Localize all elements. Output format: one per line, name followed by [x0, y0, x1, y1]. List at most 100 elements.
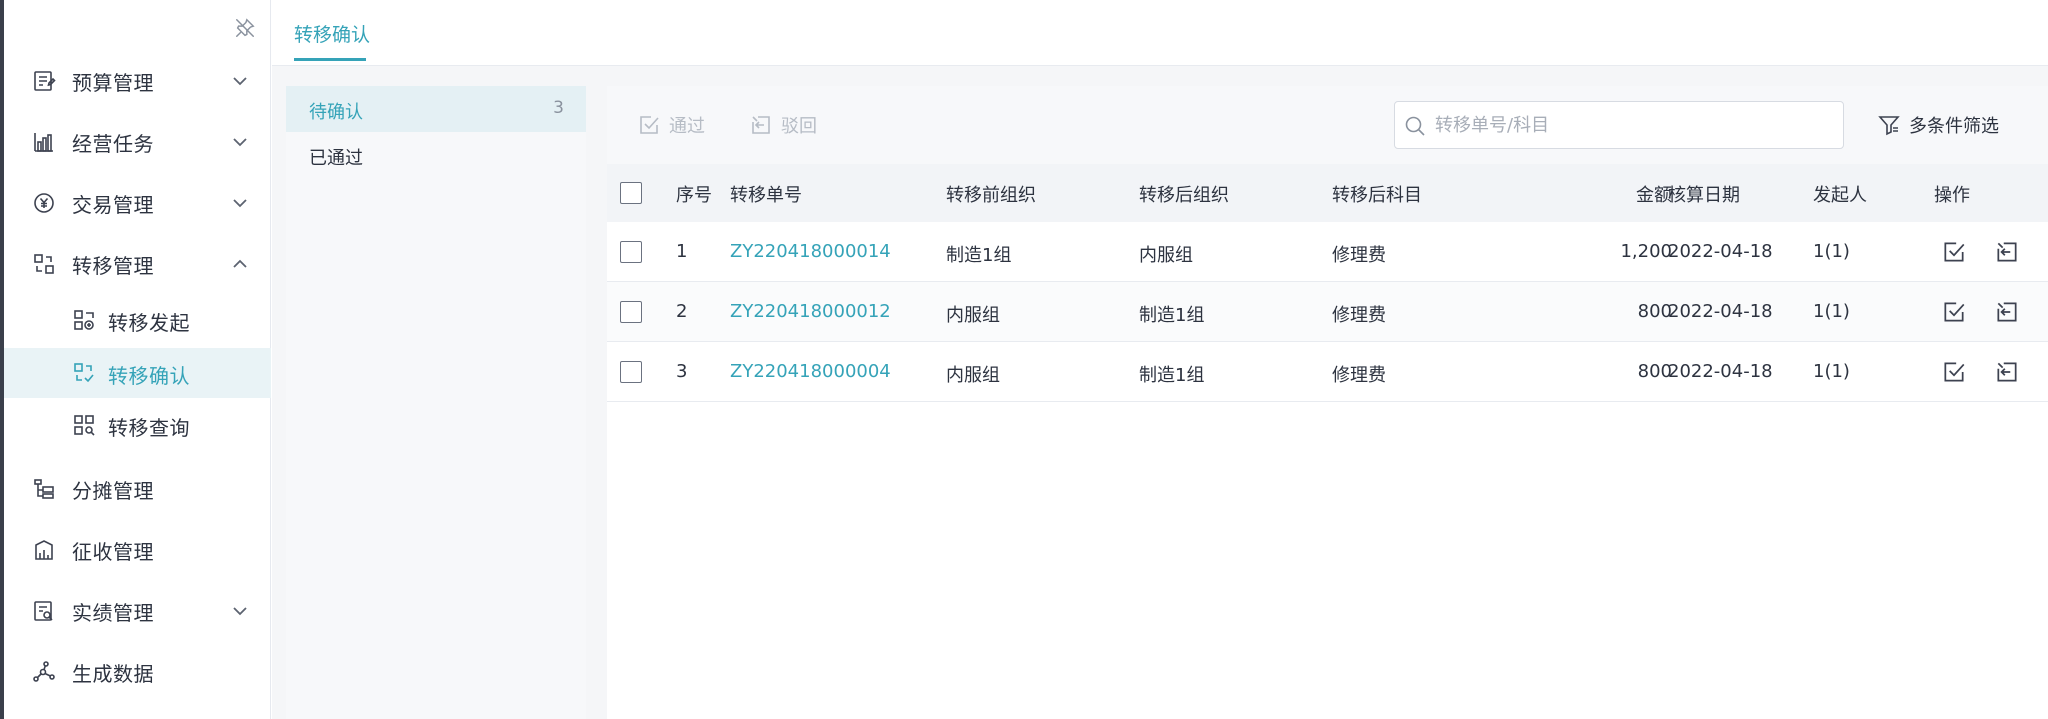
cell-to-org: 制造1组	[1139, 365, 1205, 386]
transfer-icon	[32, 252, 56, 276]
multi-filter-button[interactable]: 多条件筛选	[1877, 111, 1999, 139]
header-to-org: 转移后组织	[1139, 185, 1229, 206]
approve-button[interactable]: 通过	[637, 111, 705, 139]
cell-date: 2022-04-18	[1668, 361, 1773, 382]
cell-transfer-no-link[interactable]: ZY220418000004	[730, 361, 891, 382]
cell-transfer-no-link[interactable]: ZY220418000014	[730, 241, 891, 262]
row-approve-icon[interactable]	[1941, 299, 1967, 325]
chevron-down-icon[interactable]	[230, 193, 250, 213]
status-label: 待确认	[309, 102, 363, 123]
header-transfer-no: 转移单号	[730, 185, 802, 206]
header-index: 序号	[676, 185, 712, 206]
status-pending[interactable]: 待确认 3	[286, 86, 586, 132]
sidebar-item-generate-data[interactable]: 生成数据	[4, 646, 271, 698]
search-input[interactable]	[1435, 102, 1835, 148]
sidebar-item-label: 实绩管理	[72, 600, 154, 625]
cell-initiator: 1(1)	[1813, 241, 1850, 262]
cell-date: 2022-04-18	[1668, 301, 1773, 322]
approve-label: 通过	[669, 116, 705, 137]
sidebar-item-transfer[interactable]: 转移管理	[4, 238, 271, 290]
header-action: 操作	[1934, 185, 1970, 206]
header-amount: 金额	[1636, 185, 1672, 206]
cell-amount: 1,200	[1620, 241, 1672, 262]
row-approve-icon[interactable]	[1941, 239, 1967, 265]
header-subject: 转移后科目	[1332, 185, 1422, 206]
tab-bar: 转移确认	[272, 0, 2048, 66]
table-row: 1 ZY220418000014 制造1组 内服组 修理费 1,200 2022…	[607, 222, 2048, 282]
sidebar-item-allocation[interactable]: 分摊管理	[4, 463, 271, 515]
cell-date: 2022-04-18	[1668, 241, 1773, 262]
sidebar-subitem-label: 转移确认	[108, 364, 190, 388]
cell-to-org: 制造1组	[1139, 305, 1205, 326]
sidebar-subitem-label: 转移查询	[108, 416, 190, 440]
sidebar-item-label: 生成数据	[72, 661, 154, 686]
sidebar-item-performance[interactable]: 实绩管理	[4, 585, 271, 637]
main-panel: 通过 驳回 转移单号/科目 多条件筛选 序号 转移单号 转移前组织 转移后组织 …	[607, 86, 2048, 719]
table-row: 2 ZY220418000012 内服组 制造1组 修理费 800 2022-0…	[607, 282, 2048, 342]
sidebar-item-label: 征收管理	[72, 539, 154, 564]
sidebar-item-budget[interactable]: 预算管理	[4, 55, 271, 107]
row-checkbox[interactable]	[620, 361, 642, 383]
cell-index: 1	[676, 241, 688, 262]
cell-from-org: 内服组	[946, 365, 1000, 386]
row-reject-icon[interactable]	[1994, 239, 2020, 265]
cell-to-org: 内服组	[1139, 245, 1193, 266]
sidebar-subitem-transfer-initiate[interactable]: 转移发起	[4, 295, 271, 345]
status-approved[interactable]: 已通过	[286, 132, 586, 178]
cell-subject: 修理费	[1332, 365, 1386, 386]
transfer-confirm-icon	[72, 361, 96, 385]
row-reject-icon[interactable]	[1994, 299, 2020, 325]
status-count: 3	[553, 98, 564, 118]
cell-amount: 800	[1637, 301, 1672, 322]
sidebar-item-trade[interactable]: 交易管理	[4, 177, 271, 229]
chevron-down-icon[interactable]	[230, 71, 250, 91]
cell-transfer-no-link[interactable]: ZY220418000012	[730, 301, 891, 322]
search-box	[1394, 101, 1844, 149]
budget-icon	[32, 69, 56, 93]
row-checkbox[interactable]	[620, 241, 642, 263]
cell-index: 3	[676, 361, 688, 382]
sidebar-item-label: 经营任务	[72, 131, 154, 156]
cell-amount: 800	[1637, 361, 1672, 382]
yen-coin-icon	[32, 191, 56, 215]
chart-bars-icon	[32, 130, 56, 154]
sidebar-subitem-transfer-query[interactable]: 转移查询	[4, 400, 271, 450]
sidebar-subitem-label: 转移发起	[108, 311, 190, 335]
reject-label: 驳回	[781, 116, 817, 137]
cell-subject: 修理费	[1332, 305, 1386, 326]
sidebar-subitem-transfer-confirm[interactable]: 转移确认	[4, 348, 271, 398]
search-icon	[1403, 114, 1427, 138]
cell-initiator: 1(1)	[1813, 361, 1850, 382]
row-approve-icon[interactable]	[1941, 359, 1967, 385]
cell-index: 2	[676, 301, 688, 322]
row-reject-icon[interactable]	[1994, 359, 2020, 385]
transfer-query-icon	[72, 413, 96, 437]
collection-icon	[32, 538, 56, 562]
active-tab-indicator	[294, 58, 366, 61]
toolbar: 通过 驳回 转移单号/科目 多条件筛选	[607, 86, 2048, 164]
pin-off-icon[interactable]	[234, 17, 256, 39]
header-from-org: 转移前组织	[946, 185, 1036, 206]
sidebar-item-label: 转移管理	[72, 253, 154, 278]
filter-label: 多条件筛选	[1909, 116, 1999, 137]
chevron-down-icon[interactable]	[230, 601, 250, 621]
sidebar-item-business-tasks[interactable]: 经营任务	[4, 116, 271, 168]
approve-icon	[637, 113, 661, 137]
tab-transfer-confirm[interactable]: 转移确认	[294, 20, 370, 47]
performance-icon	[32, 599, 56, 623]
cell-from-org: 制造1组	[946, 245, 1012, 266]
sidebar-item-label: 分摊管理	[72, 478, 154, 503]
data-nodes-icon	[32, 660, 56, 684]
cell-from-org: 内服组	[946, 305, 1000, 326]
status-label: 已通过	[309, 148, 363, 169]
chevron-down-icon[interactable]	[230, 132, 250, 152]
sidebar-item-collection[interactable]: 征收管理	[4, 524, 271, 576]
content-area: 待确认 3 已通过 通过 驳回 转移单号/科目 多条件筛选 序号 转移单号 转移…	[272, 66, 2048, 719]
select-all-checkbox[interactable]	[620, 182, 642, 204]
reject-icon	[749, 113, 773, 137]
transfer-initiate-icon	[72, 308, 96, 332]
header-date: 核算日期	[1668, 185, 1740, 206]
reject-button[interactable]: 驳回	[749, 111, 817, 139]
row-checkbox[interactable]	[620, 301, 642, 323]
chevron-up-icon[interactable]	[230, 254, 250, 274]
